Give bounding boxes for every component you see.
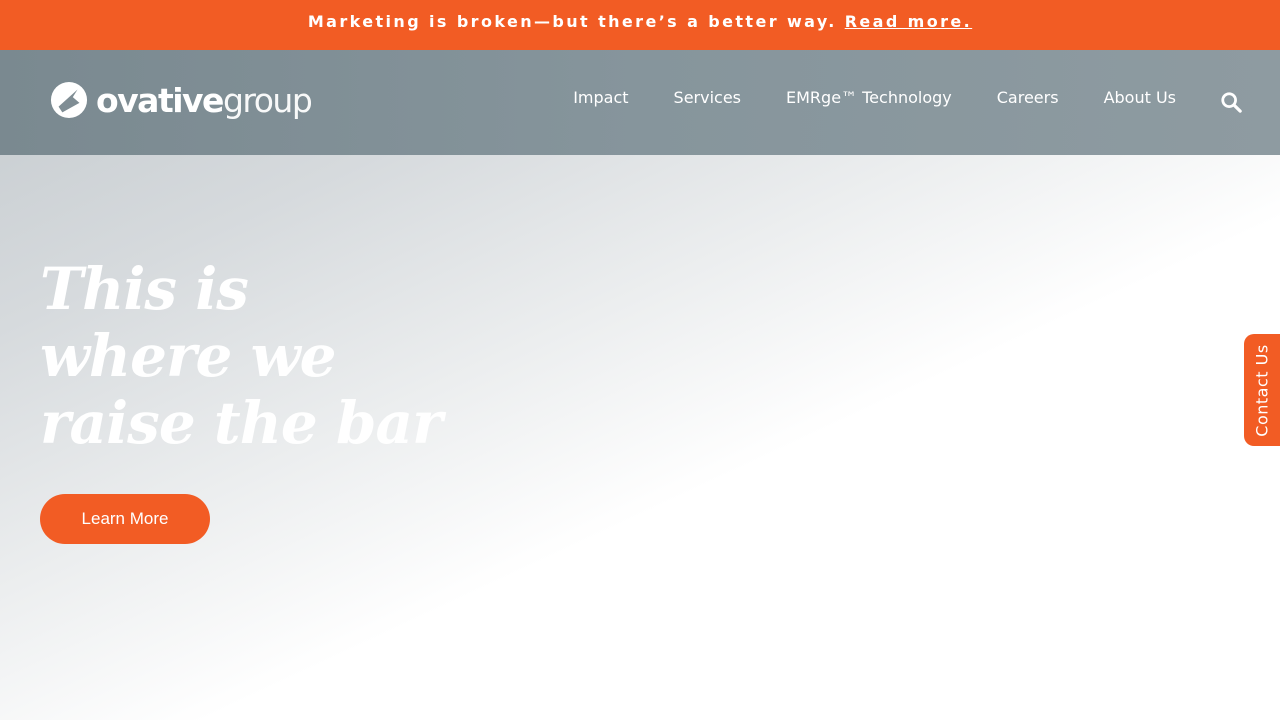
learn-more-button[interactable]: Learn More bbox=[40, 494, 210, 544]
nav-item-impact[interactable]: Impact bbox=[573, 88, 628, 107]
hero-title-line-3: raise the bar bbox=[40, 389, 443, 457]
nav-item-emrge-technology[interactable]: EMRge™ Technology bbox=[786, 88, 952, 107]
nav-item-careers[interactable]: Careers bbox=[997, 88, 1059, 107]
contact-us-label: Contact Us bbox=[1252, 343, 1272, 437]
search-icon[interactable] bbox=[1220, 91, 1242, 113]
nav-item-about-us[interactable]: About Us bbox=[1104, 88, 1176, 107]
main-nav: Impact Services EMRge™ Technology Career… bbox=[573, 88, 1176, 107]
page: Marketing is broken—but there’s a better… bbox=[0, 0, 1280, 720]
hero-title-line-2: where we bbox=[40, 322, 336, 390]
banner-read-more-link[interactable]: Read more. bbox=[845, 12, 972, 31]
ovative-logo-mark-icon bbox=[50, 81, 88, 119]
logo-wordmark-light: group bbox=[222, 80, 313, 120]
logo-wordmark: ovativegroup bbox=[96, 80, 313, 120]
nav-item-services[interactable]: Services bbox=[674, 88, 741, 107]
hero-title: This is where we raise the bar bbox=[40, 256, 560, 457]
banner-message: Marketing is broken—but there’s a better… bbox=[307, 11, 837, 31]
contact-us-tab[interactable]: Contact Us bbox=[1244, 334, 1280, 446]
site-header: ovativegroup Impact Services EMRge™ Tech… bbox=[0, 50, 1280, 155]
logo-wordmark-bold: ovative bbox=[96, 80, 224, 120]
announcement-banner: Marketing is broken—but there’s a better… bbox=[0, 0, 1280, 50]
hero-title-line-1: This is bbox=[40, 255, 249, 323]
logo[interactable]: ovativegroup bbox=[50, 80, 313, 120]
